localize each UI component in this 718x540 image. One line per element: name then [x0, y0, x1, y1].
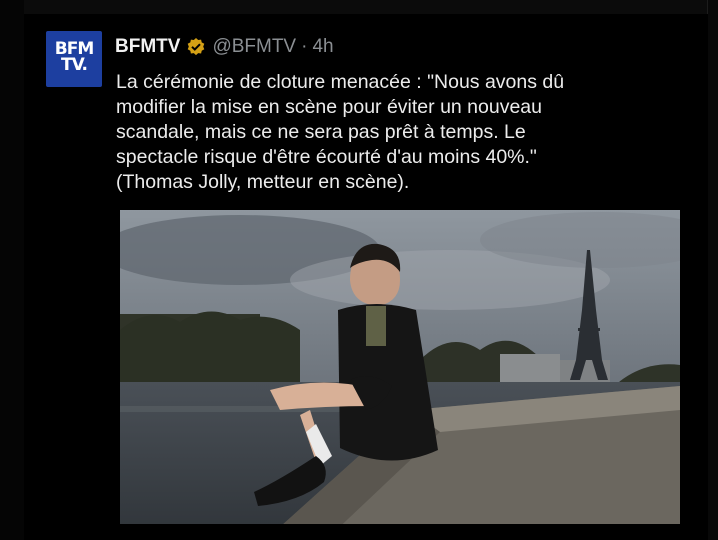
avatar[interactable]: BFM TV. [46, 31, 102, 87]
tweet-photo[interactable] [120, 210, 680, 536]
separator-dot: · [301, 36, 308, 57]
tweet-header: BFMTV @BFMTV · 4h [115, 34, 334, 60]
left-margin [0, 0, 24, 540]
tweet-text: La cérémonie de cloture menacée : "Nous … [116, 71, 565, 193]
handle[interactable]: @BFMTV [212, 36, 296, 58]
avatar-logo-text: BFM TV. [54, 39, 95, 75]
top-bar [0, 0, 718, 15]
timestamp[interactable]: 4h [312, 36, 333, 58]
right-scrollbar-edge [707, 0, 718, 540]
bottom-action-bar [24, 524, 708, 540]
tweet-card[interactable]: BFM TV. BFMTV @BFMTV · 4h La cérémonie d… [24, 14, 708, 540]
display-name[interactable]: BFMTV [115, 36, 180, 58]
verified-badge-icon [186, 37, 206, 57]
